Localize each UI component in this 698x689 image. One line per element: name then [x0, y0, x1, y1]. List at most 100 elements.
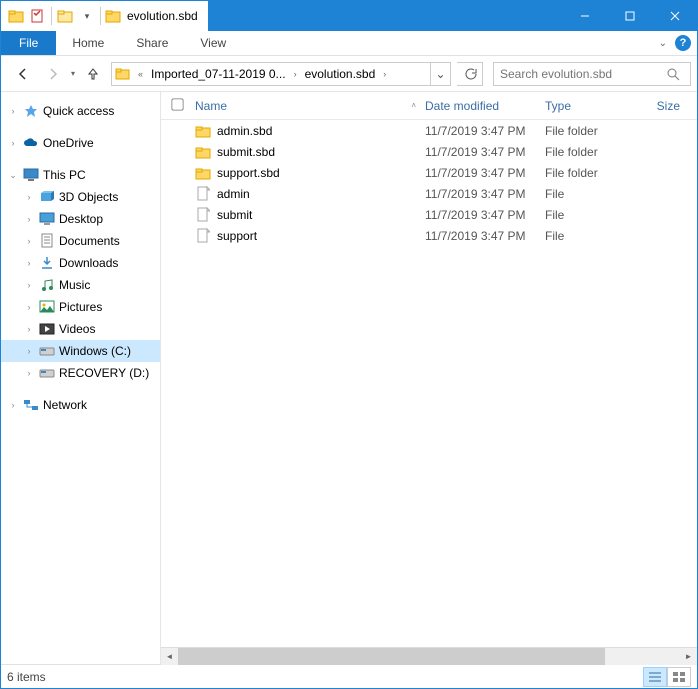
sidebar-item[interactable]: › Desktop: [1, 208, 160, 230]
folder-icon: [195, 165, 211, 181]
sidebar-item[interactable]: › Documents: [1, 230, 160, 252]
chevron-right-icon[interactable]: ›: [379, 69, 390, 79]
item-name: admin: [217, 187, 250, 201]
item-type: File: [545, 187, 639, 201]
qat-customize-icon[interactable]: ▾: [76, 5, 98, 27]
sidebar-item[interactable]: › Music: [1, 274, 160, 296]
list-item[interactable]: admin.sbd 11/7/2019 3:47 PM File folder: [161, 120, 697, 141]
minimize-button[interactable]: [562, 1, 607, 31]
sidebar-item[interactable]: › RECOVERY (D:): [1, 362, 160, 384]
scroll-thumb[interactable]: [178, 648, 605, 665]
breadcrumb-sep[interactable]: «: [134, 69, 147, 79]
sidebar-item[interactable]: › Downloads: [1, 252, 160, 274]
recent-locations-icon[interactable]: ▾: [71, 69, 75, 78]
list-item[interactable]: support 11/7/2019 3:47 PM File: [161, 225, 697, 246]
expand-icon[interactable]: ›: [7, 106, 19, 116]
file-list: Name˄ Date modified Type Size admin.sbd …: [161, 92, 697, 664]
column-type[interactable]: Type: [545, 99, 639, 113]
sidebar-item[interactable]: › 3D Objects: [1, 186, 160, 208]
item-date: 11/7/2019 3:47 PM: [425, 229, 545, 243]
help-icon[interactable]: ?: [675, 35, 691, 51]
sidebar-item-network[interactable]: › Network: [1, 394, 160, 416]
folder-icon: [195, 123, 211, 139]
column-name[interactable]: Name˄: [195, 99, 425, 113]
list-item[interactable]: support.sbd 11/7/2019 3:47 PM File folde…: [161, 162, 697, 183]
item-date: 11/7/2019 3:47 PM: [425, 187, 545, 201]
up-button[interactable]: [81, 62, 105, 86]
expand-icon[interactable]: ›: [23, 214, 35, 224]
column-size[interactable]: Size: [639, 99, 681, 113]
column-headers: Name˄ Date modified Type Size: [161, 92, 697, 120]
expand-icon[interactable]: ›: [7, 400, 19, 410]
expand-icon[interactable]: ›: [23, 236, 35, 246]
item-type: File folder: [545, 124, 639, 138]
search-input[interactable]: [494, 67, 666, 81]
tab-share[interactable]: Share: [120, 31, 184, 55]
collapse-icon[interactable]: ⌄: [7, 170, 19, 181]
item-icon: [39, 299, 55, 315]
sidebar-item[interactable]: › Pictures: [1, 296, 160, 318]
expand-icon[interactable]: ›: [23, 324, 35, 334]
tab-home[interactable]: Home: [56, 31, 120, 55]
item-type: File folder: [545, 166, 639, 180]
sidebar-item-onedrive[interactable]: › OneDrive: [1, 132, 160, 154]
expand-icon[interactable]: ›: [23, 368, 35, 378]
breadcrumb-folder-icon[interactable]: [112, 67, 134, 81]
ribbon: File Home Share View ⌄ ?: [1, 31, 697, 56]
maximize-button[interactable]: [607, 1, 652, 31]
qat-folder-icon[interactable]: [5, 5, 27, 27]
search-icon[interactable]: [666, 67, 690, 81]
back-button[interactable]: [11, 62, 35, 86]
sidebar-label: OneDrive: [43, 136, 94, 150]
expand-icon[interactable]: ›: [7, 138, 19, 148]
item-type: File folder: [545, 145, 639, 159]
expand-icon[interactable]: ›: [23, 192, 35, 202]
forward-button[interactable]: [41, 62, 65, 86]
item-date: 11/7/2019 3:47 PM: [425, 208, 545, 222]
scroll-left-icon[interactable]: ◄: [161, 648, 178, 665]
refresh-button[interactable]: [457, 62, 483, 86]
qat-newfolder-icon[interactable]: [54, 5, 76, 27]
details-view-button[interactable]: [643, 667, 667, 687]
tab-view[interactable]: View: [184, 31, 242, 55]
search-box[interactable]: [493, 62, 691, 86]
scroll-right-icon[interactable]: ►: [680, 648, 697, 665]
navigation-pane: › Quick access › OneDrive ⌄ This PC › 3D…: [1, 92, 161, 664]
column-date[interactable]: Date modified: [425, 99, 545, 113]
sidebar-item-this-pc[interactable]: ⌄ This PC: [1, 164, 160, 186]
list-item[interactable]: submit.sbd 11/7/2019 3:47 PM File folder: [161, 141, 697, 162]
sidebar-item[interactable]: › Videos: [1, 318, 160, 340]
expand-icon[interactable]: ›: [23, 346, 35, 356]
expand-icon[interactable]: ›: [23, 302, 35, 312]
address-bar-row: ▾ « Imported_07-11-2019 0... › evolution…: [1, 56, 697, 92]
breadcrumb[interactable]: « Imported_07-11-2019 0... › evolution.s…: [111, 62, 451, 86]
expand-icon[interactable]: ›: [23, 280, 35, 290]
breadcrumb-seg-2[interactable]: evolution.sbd: [301, 67, 380, 81]
star-icon: [23, 103, 39, 119]
item-type: File: [545, 229, 639, 243]
expand-icon[interactable]: ›: [23, 258, 35, 268]
item-date: 11/7/2019 3:47 PM: [425, 124, 545, 138]
list-item[interactable]: admin 11/7/2019 3:47 PM File: [161, 183, 697, 204]
item-icon: [39, 343, 55, 359]
file-icon: [195, 186, 211, 202]
close-button[interactable]: [652, 1, 697, 31]
qat-properties-icon[interactable]: [27, 5, 49, 27]
sidebar-item[interactable]: › Windows (C:): [1, 340, 160, 362]
select-all-checkbox[interactable]: [171, 98, 183, 110]
tab-file[interactable]: File: [1, 31, 56, 55]
breadcrumb-seg-1[interactable]: Imported_07-11-2019 0...: [147, 67, 290, 81]
large-icons-view-button[interactable]: [667, 667, 691, 687]
chevron-right-icon[interactable]: ›: [290, 69, 301, 79]
sidebar-label: RECOVERY (D:): [59, 366, 149, 380]
file-icon: [195, 228, 211, 244]
window-title: evolution.sbd: [127, 9, 198, 23]
ribbon-expand-icon[interactable]: ⌄: [659, 38, 667, 49]
sidebar-label: Desktop: [59, 212, 103, 226]
list-item[interactable]: submit 11/7/2019 3:47 PM File: [161, 204, 697, 225]
sidebar-label: Windows (C:): [59, 344, 131, 358]
breadcrumb-dropdown[interactable]: ⌄: [430, 63, 450, 85]
horizontal-scrollbar[interactable]: ◄ ►: [161, 647, 697, 664]
sidebar-label: 3D Objects: [59, 190, 118, 204]
sidebar-item-quick-access[interactable]: › Quick access: [1, 100, 160, 122]
